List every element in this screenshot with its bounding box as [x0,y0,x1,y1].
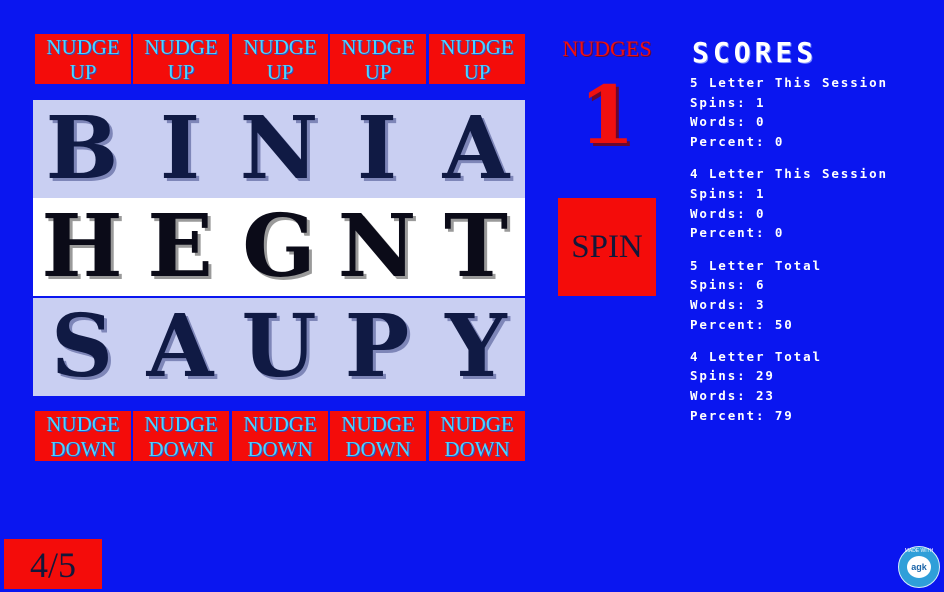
reel-row-top: B I N I A [33,100,525,198]
reel-letter: A [146,296,214,397]
nudge-down-button-4[interactable]: NUDGE DOWN [330,411,426,461]
nudge-down-label-line2: DOWN [345,437,411,461]
reel-letter: T [444,196,508,297]
nudge-down-label-line1: NUDGE [440,412,514,436]
spin-button[interactable]: SPIN [558,198,656,296]
nudge-up-label-line2: UP [69,60,97,84]
reel-letter: I [356,98,398,199]
score-percent: Percent: 50 [690,316,794,332]
nudge-up-label-line1: NUDGE [243,35,317,59]
score-percent: Percent: 0 [690,225,785,241]
made-with-agk-badge: MADE WITH agk [898,546,940,588]
nudge-up-label-line2: UP [463,60,491,84]
reel-letter: A [442,98,510,199]
nudge-up-label-line1: NUDGE [341,35,415,59]
reel-letter: H [41,196,123,297]
score-words: Words: 3 [690,296,766,312]
score-percent: Percent: 79 [690,407,794,423]
nudge-down-label-line2: DOWN [148,437,214,461]
reel-letter: N [337,196,417,297]
nudge-down-label-line1: NUDGE [144,412,218,436]
score-heading: 5 Letter Total [690,257,822,273]
nudge-down-row: NUDGE DOWN NUDGE DOWN NUDGE DOWN NUDGE D… [35,411,525,461]
reel-row-bottom: S A U P Y [33,298,525,396]
nudges-label: NUDGES [562,36,652,61]
score-percent: Percent: 0 [690,134,785,150]
score-words: Words: 0 [690,205,766,221]
nudge-up-button-3[interactable]: NUDGE UP [232,34,328,84]
nudge-down-label-line1: NUDGE [243,412,317,436]
score-words: Words: 0 [690,114,766,130]
score-heading: 5 Letter This Session [690,75,888,90]
reel-letter: N [239,98,319,199]
nudge-up-button-5[interactable]: NUDGE UP [429,34,525,84]
reel-letter: Y [445,296,507,397]
round-indicator: 4/5 [4,539,102,589]
score-section-4-letter-total: 4 Letter Total Spins: 29 Words: 23 Perce… [690,347,930,426]
nudge-down-label-line2: DOWN [444,437,510,461]
reel-letter: G [242,196,316,297]
nudge-down-label-line2: DOWN [50,437,116,461]
nudge-up-label-line1: NUDGE [440,35,514,59]
score-spins: Spins: 1 [690,185,766,201]
badge-top-text: MADE WITH [904,548,934,554]
nudge-up-label-line2: UP [167,60,195,84]
scores-panel: 5 Letter This Session Spins: 1 Words: 0 … [690,73,930,438]
nudge-up-label-line2: UP [364,60,392,84]
nudge-up-button-2[interactable]: NUDGE UP [133,34,229,84]
nudges-count: 1 [579,68,635,162]
nudge-up-label-line1: NUDGE [144,35,218,59]
nudge-down-label-line1: NUDGE [341,412,415,436]
scores-title: SCORES [692,36,818,69]
nudge-down-label-line2: DOWN [247,437,313,461]
reel-row-win-line: H E G N T [33,198,525,296]
score-spins: Spins: 6 [690,277,766,293]
nudge-up-button-1[interactable]: NUDGE UP [35,34,131,84]
score-heading: 4 Letter Total [690,348,822,364]
nudge-down-label-line1: NUDGE [46,412,120,436]
reel-letter: E [147,196,213,297]
reel-letter: I [159,98,201,199]
nudge-up-label-line2: UP [266,60,294,84]
nudge-down-button-2[interactable]: NUDGE DOWN [133,411,229,461]
nudge-up-row: NUDGE UP NUDGE UP NUDGE UP NUDGE UP NUDG… [35,34,525,84]
reel-letter: P [344,296,410,397]
nudge-up-button-4[interactable]: NUDGE UP [330,34,426,84]
nudge-down-button-3[interactable]: NUDGE DOWN [232,411,328,461]
score-spins: Spins: 1 [690,94,766,110]
nudge-up-label-line1: NUDGE [46,35,120,59]
agk-logo-icon: agk [907,556,931,578]
reel-letter: B [45,98,119,199]
score-section-4-letter-session: 4 Letter This Session Spins: 1 Words: 0 … [690,164,930,243]
reel-letter: U [241,296,317,397]
score-heading: 4 Letter This Session [690,166,888,182]
score-words: Words: 23 [690,388,775,404]
nudge-down-button-5[interactable]: NUDGE DOWN [429,411,525,461]
score-section-5-letter-total: 5 Letter Total Spins: 6 Words: 3 Percent… [690,256,930,335]
nudge-down-button-1[interactable]: NUDGE DOWN [35,411,131,461]
reel-grid: B I N I A H E G N T S A U P Y [33,100,525,396]
score-spins: Spins: 29 [690,368,775,384]
score-section-5-letter-session: 5 Letter This Session Spins: 1 Words: 0 … [690,73,930,152]
reel-letter: S [50,296,114,397]
